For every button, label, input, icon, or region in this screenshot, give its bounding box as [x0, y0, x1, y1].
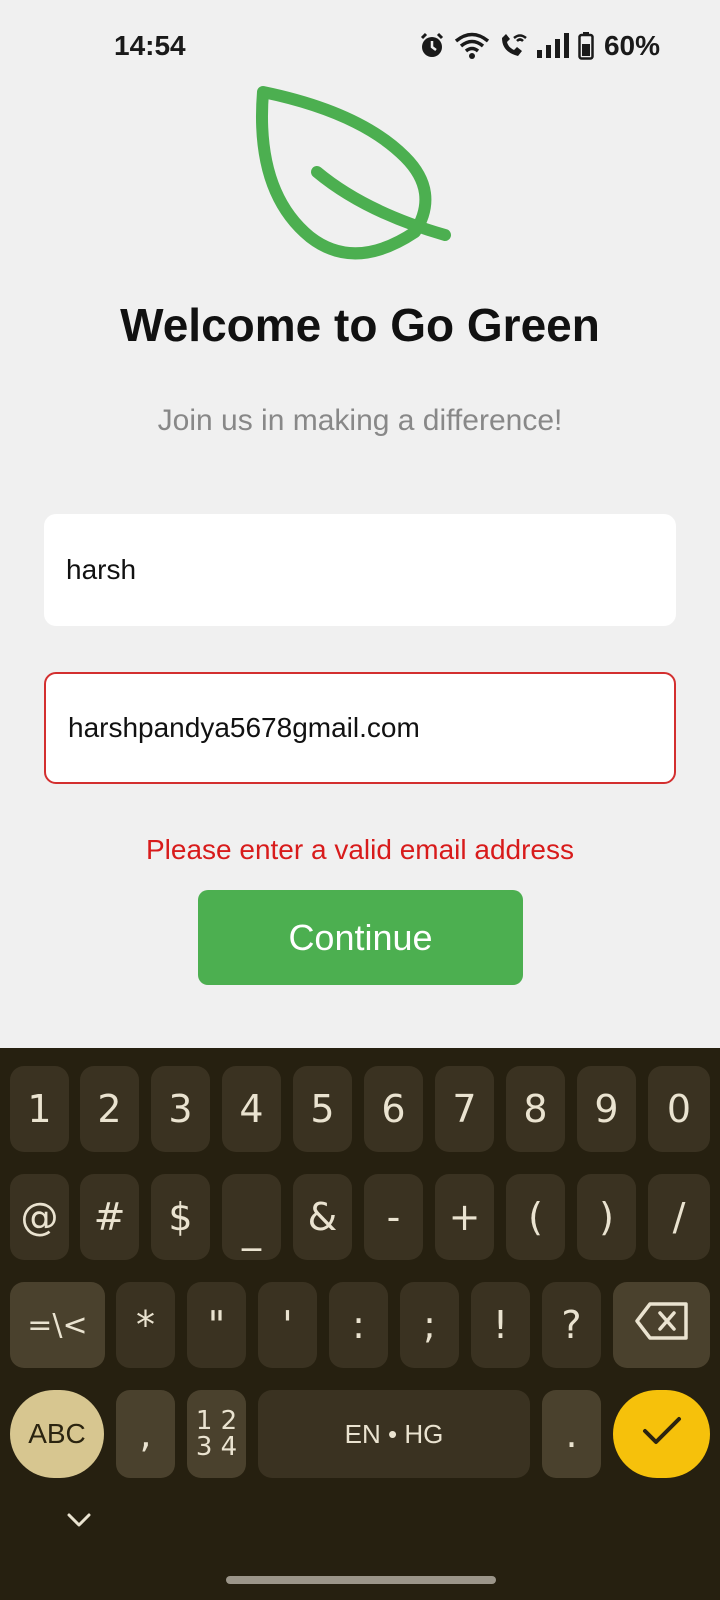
- status-icons: 60%: [418, 30, 660, 62]
- email-input[interactable]: [68, 674, 648, 782]
- key-close-paren[interactable]: ): [577, 1174, 636, 1260]
- leaf-icon: [255, 82, 465, 282]
- key-at[interactable]: @: [10, 1174, 69, 1260]
- signal-icon: [536, 33, 570, 59]
- page-subtitle: Join us in making a difference!: [157, 404, 563, 437]
- key-7[interactable]: 7: [435, 1066, 494, 1152]
- key-6[interactable]: 6: [364, 1066, 423, 1152]
- key-4[interactable]: 4: [222, 1066, 281, 1152]
- chevron-down-icon[interactable]: [66, 1512, 92, 1533]
- space-key[interactable]: EN • HG: [258, 1390, 530, 1478]
- backspace-key[interactable]: [613, 1282, 710, 1368]
- page-title: Welcome to Go Green: [120, 299, 600, 351]
- key-8[interactable]: 8: [506, 1066, 565, 1152]
- key-dollar[interactable]: $: [151, 1174, 210, 1260]
- key-question[interactable]: ?: [542, 1282, 601, 1368]
- abc-key[interactable]: ABC: [10, 1390, 104, 1478]
- key-underscore[interactable]: _: [222, 1174, 281, 1260]
- done-key[interactable]: [613, 1390, 710, 1478]
- checkmark-icon: [641, 1412, 683, 1456]
- alarm-icon: [418, 32, 446, 60]
- wifi-call-icon: [498, 32, 528, 60]
- key-minus[interactable]: -: [364, 1174, 423, 1260]
- key-single-quote[interactable]: ': [258, 1282, 317, 1368]
- key-underscore-label: _: [242, 1207, 261, 1251]
- key-5[interactable]: 5: [293, 1066, 352, 1152]
- backspace-icon: [634, 1301, 690, 1350]
- key-more-symbols[interactable]: =\<: [10, 1282, 105, 1368]
- numpad-key[interactable]: 1 2 3 4: [187, 1390, 246, 1478]
- key-plus[interactable]: +: [435, 1174, 494, 1260]
- key-2[interactable]: 2: [80, 1066, 139, 1152]
- keyboard: 1 2 3 4 5 6 7 8 9 0 @ # $ _ & - + ( ) / …: [0, 1048, 720, 1600]
- key-exclamation[interactable]: !: [471, 1282, 530, 1368]
- key-slash[interactable]: /: [648, 1174, 710, 1260]
- navigation-handle[interactable]: [226, 1576, 496, 1584]
- key-9[interactable]: 9: [577, 1066, 636, 1152]
- key-period[interactable]: .: [542, 1390, 601, 1478]
- key-comma[interactable]: ,: [116, 1390, 175, 1478]
- key-0[interactable]: 0: [648, 1066, 710, 1152]
- numpad-key-label-bottom: 3 4: [195, 1432, 238, 1462]
- key-semicolon[interactable]: ;: [400, 1282, 459, 1368]
- name-input[interactable]: [66, 514, 646, 626]
- key-colon[interactable]: :: [329, 1282, 388, 1368]
- key-hash[interactable]: #: [80, 1174, 139, 1260]
- key-3[interactable]: 3: [151, 1066, 210, 1152]
- name-field[interactable]: [44, 514, 676, 626]
- wifi-icon: [454, 32, 490, 60]
- continue-button[interactable]: Continue: [198, 890, 523, 985]
- numpad-key-label-top: 1 2: [195, 1406, 238, 1436]
- email-field[interactable]: [44, 672, 676, 784]
- battery-percent: 60%: [603, 30, 660, 61]
- key-asterisk[interactable]: *: [116, 1282, 175, 1368]
- key-1[interactable]: 1: [10, 1066, 69, 1152]
- key-open-paren[interactable]: (: [506, 1174, 565, 1260]
- battery-icon: [578, 32, 594, 60]
- key-double-quote[interactable]: ": [187, 1282, 246, 1368]
- status-time: 14:54: [114, 30, 186, 61]
- email-error-message: Please enter a valid email address: [145, 834, 574, 865]
- key-ampersand[interactable]: &: [293, 1174, 352, 1260]
